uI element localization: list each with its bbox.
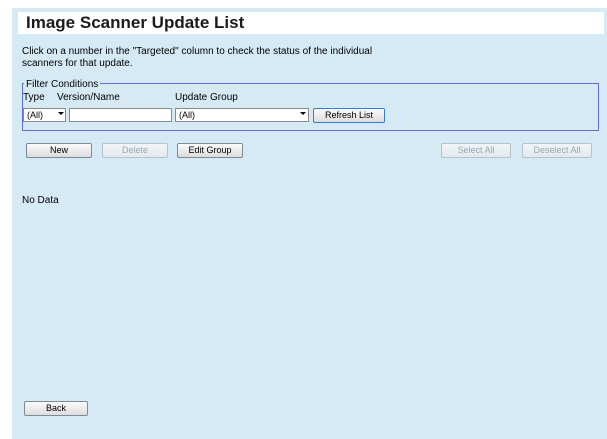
update-group-select[interactable]: (All) bbox=[175, 108, 309, 122]
new-button[interactable]: New bbox=[26, 143, 92, 158]
filter-conditions-legend: Filter Conditions bbox=[24, 79, 101, 91]
page-title: Image Scanner Update List bbox=[26, 13, 245, 32]
chevron-down-icon bbox=[58, 112, 64, 115]
type-select[interactable]: (All) bbox=[23, 108, 66, 122]
empty-list-message: No Data bbox=[22, 195, 59, 206]
title-bar: Image Scanner Update List bbox=[18, 12, 604, 34]
edit-group-button[interactable]: Edit Group bbox=[177, 143, 243, 158]
version-name-label: Version/Name bbox=[57, 92, 120, 103]
type-select-value: (All) bbox=[27, 110, 43, 120]
deselect-all-button[interactable]: Deselect All bbox=[522, 143, 592, 158]
update-group-select-value: (All) bbox=[179, 110, 195, 120]
chevron-down-icon bbox=[300, 112, 306, 115]
version-name-input[interactable] bbox=[69, 108, 172, 122]
main-panel: Image Scanner Update List Click on a num… bbox=[12, 8, 607, 439]
delete-button[interactable]: Delete bbox=[102, 143, 168, 158]
select-all-button[interactable]: Select All bbox=[441, 143, 511, 158]
instructions-text: Click on a number in the "Targeted" colu… bbox=[22, 46, 373, 69]
refresh-list-button[interactable]: Refresh List bbox=[313, 108, 385, 123]
type-label: Type bbox=[23, 92, 45, 103]
back-button[interactable]: Back bbox=[24, 401, 88, 416]
filter-conditions-group bbox=[22, 83, 599, 131]
update-group-label: Update Group bbox=[175, 92, 238, 103]
